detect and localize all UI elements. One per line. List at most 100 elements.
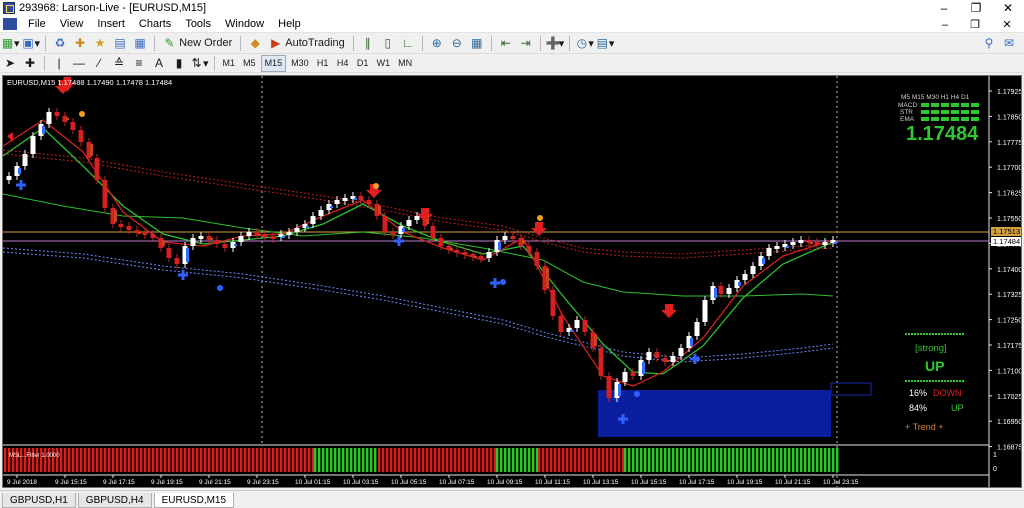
mdi-restore-button[interactable]: ❐ xyxy=(960,16,990,33)
price-axis-label: 1.17100 xyxy=(997,368,1021,375)
arrows-button[interactable]: ⇅ ▾ xyxy=(190,55,208,72)
strategy-tester-button[interactable]: ▦ xyxy=(131,35,149,52)
tab-gbpusd-h4[interactable]: GBPUSD,H4 xyxy=(77,493,152,508)
chat-button[interactable]: ✉ xyxy=(1000,35,1018,52)
bar-chart-button[interactable]: ∥ xyxy=(359,35,377,52)
candle-body xyxy=(606,376,612,398)
heikin-body xyxy=(498,242,501,250)
tab-eurusd-m15[interactable]: EURUSD,M15 xyxy=(153,493,235,508)
indicator-bar xyxy=(216,448,219,472)
navigator-button[interactable]: ★ xyxy=(91,35,109,52)
window-title: 293968: Larson-Live - [EURUSD,M15] xyxy=(19,2,207,14)
timeframe-h1[interactable]: H1 xyxy=(314,55,332,72)
chart-shift-button[interactable]: ⇥ xyxy=(517,35,535,52)
minimize-button[interactable]: – xyxy=(928,0,960,16)
indicator-bar xyxy=(160,448,163,472)
data-window-button[interactable]: ✚ xyxy=(71,35,89,52)
menu-window[interactable]: Window xyxy=(218,16,271,33)
text-button[interactable]: A xyxy=(150,55,168,72)
indicator-bar xyxy=(570,448,573,472)
indicator-bar xyxy=(84,448,87,472)
mtf-row-macd: MACD xyxy=(898,102,917,109)
new-chart-button[interactable]: ▦ ▾ xyxy=(1,35,20,52)
tile-windows-button[interactable]: ▦ xyxy=(468,35,486,52)
signal-ma-red xyxy=(2,119,834,387)
candle-body xyxy=(262,234,268,237)
market-watch-button[interactable]: ♻ xyxy=(51,35,69,52)
price-tag-current-text: 1.17484 xyxy=(993,237,1020,246)
timeframe-m15[interactable]: M15 xyxy=(260,54,287,72)
templates-button[interactable]: ▤ ▾ xyxy=(596,35,615,52)
indicator-bar xyxy=(264,448,267,472)
cursor-button[interactable]: ➤ xyxy=(1,55,19,72)
indicator-bar xyxy=(788,448,791,472)
arrows-icon: ⇅ xyxy=(191,55,202,70)
new-order-button[interactable]: ✎ New Order xyxy=(160,35,235,52)
autoscroll-button[interactable]: ⇤ xyxy=(497,35,515,52)
timeframe-mn[interactable]: MN xyxy=(395,55,415,72)
candle-body xyxy=(270,236,276,239)
channel-button[interactable]: ≙ xyxy=(110,55,128,72)
indicator-bar xyxy=(628,448,631,472)
menu-charts[interactable]: Charts xyxy=(132,16,178,33)
direction-label: UP xyxy=(925,358,944,374)
timeframe-d1[interactable]: D1 xyxy=(354,55,372,72)
chart-window[interactable]: 🡇 EURUSD,M15 1.17488 1.17490 1.17478 1.1… xyxy=(2,75,1022,488)
horizontal-line-icon: — xyxy=(73,55,85,70)
close-button[interactable]: ✕ xyxy=(992,0,1024,16)
indicator-bar xyxy=(394,448,397,472)
time-axis-label: 10 Jul 07:15 xyxy=(439,479,475,486)
indicator-bar xyxy=(574,448,577,472)
candle-body xyxy=(366,200,372,204)
indicator-bar xyxy=(724,448,727,472)
menu-view[interactable]: View xyxy=(53,16,91,33)
autotrading-button[interactable]: ▶ AutoTrading xyxy=(266,35,348,52)
heikin-body xyxy=(114,210,117,222)
indicator-bar xyxy=(716,448,719,472)
price-axis: 1.17925 1.17850 1.17775 1.17700 1.17625 1.175… xyxy=(989,89,1022,452)
trendline-button[interactable]: ∕ xyxy=(90,55,108,72)
indicator-bar xyxy=(144,448,147,472)
restore-button[interactable]: ❐ xyxy=(960,0,992,16)
fibonacci-button[interactable]: ≡ xyxy=(130,55,148,72)
candle-body xyxy=(550,290,556,316)
menu-tools[interactable]: Tools xyxy=(178,16,218,33)
menu-file[interactable]: File xyxy=(21,16,53,33)
vertical-line-button[interactable]: | xyxy=(50,55,68,72)
mdi-minimize-button[interactable]: – xyxy=(930,16,960,33)
label-button[interactable]: ▮ xyxy=(170,55,188,72)
periods-button[interactable]: ◷ ▾ xyxy=(575,35,594,52)
zoom-in-button[interactable]: ⊕ xyxy=(428,35,446,52)
price-chart[interactable]: 🡇 EURUSD,M15 1.17488 1.17490 1.17478 1.1… xyxy=(2,76,1022,487)
terminal-button[interactable]: ▤ xyxy=(111,35,129,52)
indicator-bar xyxy=(578,448,581,472)
profiles-button[interactable]: ▣ ▾ xyxy=(22,35,40,52)
indicator-bar xyxy=(140,448,143,472)
crosshair-button[interactable]: ✚ xyxy=(21,55,39,72)
time-axis-label: 9 Jul 21:15 xyxy=(199,479,231,486)
metaeditor-button[interactable]: ◆ xyxy=(246,35,264,52)
timeframe-m30[interactable]: M30 xyxy=(288,55,312,72)
timeframe-m1[interactable]: M1 xyxy=(220,55,239,72)
candlestick-button[interactable]: ▯ xyxy=(379,35,397,52)
indicator-bar xyxy=(224,448,227,472)
timeframe-h4[interactable]: H4 xyxy=(334,55,352,72)
tab-gbpusd-h1[interactable]: GBPUSD,H1 xyxy=(2,493,76,508)
indicator-bar xyxy=(450,448,453,472)
down-label: DOWN xyxy=(933,388,962,398)
candle-body xyxy=(646,352,652,360)
trend-label: + Trend + xyxy=(905,422,944,432)
menu-insert[interactable]: Insert xyxy=(90,16,132,33)
menu-help[interactable]: Help xyxy=(271,16,308,33)
heikin-body xyxy=(786,246,789,248)
zoom-out-button[interactable]: ⊖ xyxy=(448,35,466,52)
search-button[interactable]: ⚲ xyxy=(980,35,998,52)
indicator-label: MSL...Filter 1.0000 xyxy=(9,453,60,459)
indicators-button[interactable]: ➕ ▾ xyxy=(546,35,565,52)
timeframe-m5[interactable]: M5 xyxy=(240,55,259,72)
heikin-body xyxy=(402,228,405,232)
horizontal-line-button[interactable]: — xyxy=(70,55,88,72)
timeframe-w1[interactable]: W1 xyxy=(374,55,394,72)
line-chart-button[interactable]: ∟ xyxy=(399,35,417,52)
mdi-close-button[interactable]: ✕ xyxy=(992,16,1022,33)
